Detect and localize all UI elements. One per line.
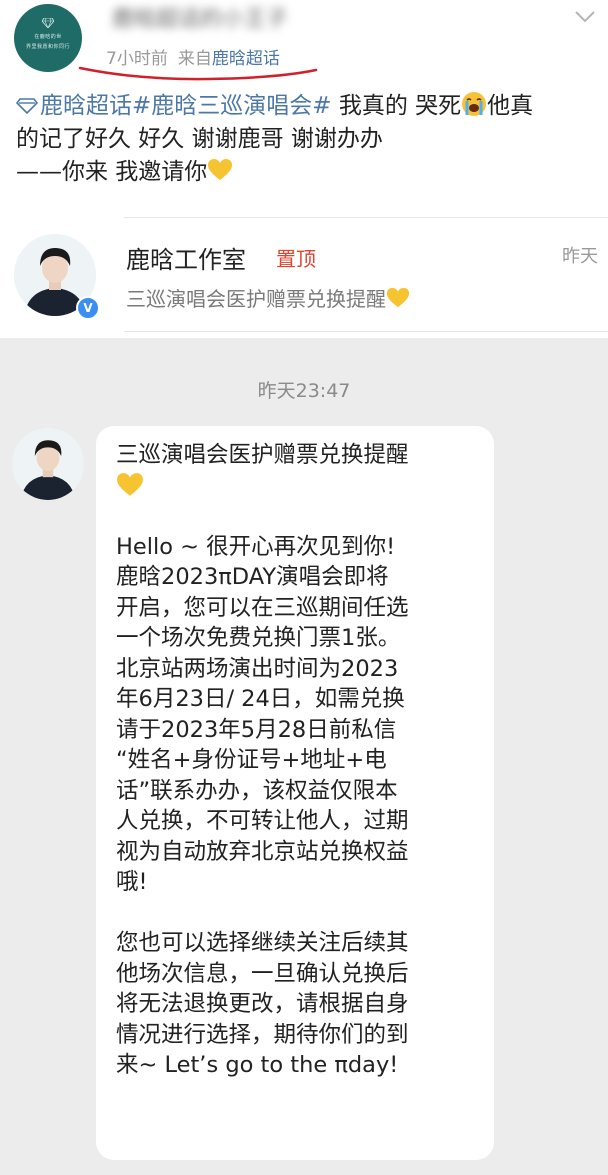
chevron-down-icon[interactable]	[574, 10, 596, 24]
hashtag-link[interactable]: #鹿晗三巡演唱会#	[132, 93, 332, 119]
message-line: 视为自动放弃北京站兑换权益	[116, 838, 409, 865]
message-line: 鹿晗2023πDAY演唱会即将	[116, 564, 389, 590]
message-preview-text: 三巡演唱会医护赠票兑换提醒	[126, 287, 386, 311]
weibo-post: 在鹿晗的世 界里我愿和你同行 鹿晗超话的小王子 7小时前 来自鹿晗超话 鹿晗超话#…	[0, 0, 608, 338]
post-text-line2: 的记了好久 好久 谢谢鹿哥 谢谢办办	[16, 126, 383, 152]
diamond-logo-icon	[42, 18, 54, 28]
message-preview[interactable]: 三巡演唱会医护赠票兑换提醒	[126, 283, 410, 312]
red-pen-underline	[78, 66, 318, 81]
chat-area: 昨天23:47 三巡演唱会医护赠票兑换提醒 Hello ~ 很开心再次见到你! …	[0, 338, 608, 1175]
message-line: 开启，您可以在三巡期间任选	[116, 594, 409, 621]
post-text-b: 他真	[487, 93, 534, 119]
message-line: Hello ~ 很开心再次见到你!	[116, 533, 396, 560]
message-line: “姓名+身份证号+地址+电	[116, 747, 387, 773]
divider	[124, 217, 608, 218]
username[interactable]: 鹿晗超话的小王子	[112, 6, 352, 34]
message-line: 北京站两场演出时间为2023	[116, 655, 399, 682]
card-time: 昨天	[562, 246, 598, 267]
post-text-a: 我真的 哭死	[331, 93, 462, 119]
message-line: 年6月23日/ 24日，如需兑换	[116, 686, 405, 712]
message-line: 一个场次免费兑换门票1张。	[116, 625, 401, 651]
loudly-crying-face-icon	[462, 92, 487, 116]
chat-timestamp: 昨天23:47	[257, 380, 351, 402]
message-line: 人兑换，不可转让他人，过期	[116, 808, 409, 834]
message-line: 来~ Let’s go to the πday!	[116, 1052, 399, 1078]
message-line: 哦!	[116, 869, 148, 895]
studio-name[interactable]: 鹿晗工作室	[126, 240, 246, 275]
message-line: 将无法退换更改，请根据自身	[116, 991, 409, 1017]
post-text-line3: ——你来 我邀请你	[16, 159, 208, 185]
yellow-heart-icon	[117, 472, 143, 496]
user-avatar[interactable]: 在鹿晗的世 界里我愿和你同行	[14, 4, 82, 72]
message-line: 请于2023年5月28日前私信	[116, 716, 397, 743]
yellow-heart-icon	[208, 159, 233, 180]
message-line: 三巡演唱会医护赠票兑换提醒	[116, 442, 409, 468]
message-bubble[interactable]: 三巡演唱会医护赠票兑换提醒 Hello ~ 很开心再次见到你! 鹿晗2023πD…	[96, 426, 494, 1160]
yellow-heart-icon	[386, 287, 410, 308]
supertopic-diamond-icon	[16, 98, 38, 114]
supertopic-link[interactable]: 鹿晗超话	[40, 93, 132, 119]
divider	[124, 331, 608, 332]
sender-avatar[interactable]	[12, 428, 84, 500]
avatar-logo-text-1: 在鹿晗的世	[34, 34, 62, 40]
message-line: 他场次信息，一旦确认兑换后	[116, 960, 409, 987]
message-line: 您也可以选择继续关注后续其	[116, 930, 409, 956]
message-line: 话”联系办办，该权益仅限本	[116, 777, 398, 804]
message-line: 情况进行选择，期待你们的到	[116, 1021, 409, 1048]
message-emoji-line	[116, 471, 474, 502]
verified-badge-icon: V	[76, 296, 100, 320]
avatar-logo-text-2: 界里我愿和你同行	[25, 44, 70, 50]
post-body: 鹿晗超话#鹿晗三巡演唱会# 我真的 哭死 他真 的记了好久 好久 谢谢鹿哥 谢谢…	[16, 90, 600, 189]
person-portrait-icon	[12, 428, 84, 500]
pinned-label: 置顶	[276, 247, 316, 271]
